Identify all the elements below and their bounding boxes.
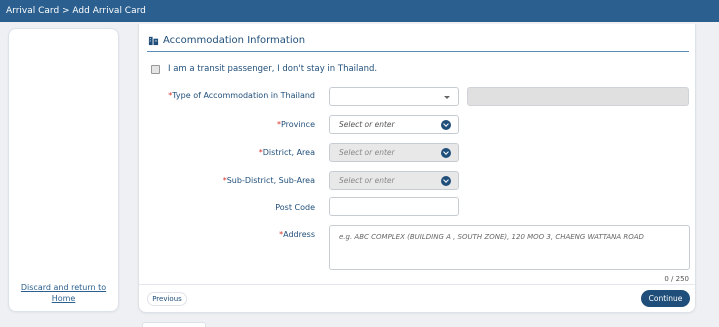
chevron-down-icon — [441, 176, 451, 186]
caret-down-icon — [444, 96, 450, 99]
building-icon — [148, 36, 159, 45]
continue-button[interactable]: Continue — [641, 290, 690, 307]
transit-checkbox[interactable] — [151, 64, 160, 74]
sidebar-panel: Discard and return to Home — [8, 28, 119, 312]
sub-district-select: Select or enter — [329, 171, 459, 190]
accommodation-type-label: *Type of Accommodation in Thailand — [168, 91, 315, 100]
discard-return-home-link[interactable]: Discard and return to Home — [9, 282, 118, 304]
address-textarea[interactable]: e.g. ABC COMPLEX (BUILDING A , SOUTH ZON… — [329, 225, 690, 270]
district-select: Select or enter — [329, 143, 459, 162]
top-header-bar: Arrival Card > Add Arrival Card — [0, 0, 719, 22]
section-title: Accommodation Information — [163, 34, 306, 46]
breadcrumb: Arrival Card > Add Arrival Card — [6, 6, 146, 16]
chevron-down-icon[interactable] — [441, 120, 451, 130]
address-label: *Address — [279, 230, 315, 239]
post-code-input[interactable] — [329, 197, 459, 216]
accommodation-detail-field — [467, 87, 689, 106]
province-select[interactable]: Select or enter — [329, 115, 459, 134]
post-code-label: Post Code — [275, 203, 315, 212]
previous-button[interactable]: Previous — [147, 292, 187, 306]
sub-district-label: *Sub-District, Sub-Area — [222, 176, 315, 185]
transit-option[interactable]: I am a transit passenger, I don't stay i… — [151, 64, 377, 74]
district-label: *District, Area — [258, 148, 315, 157]
accommodation-type-select[interactable] — [329, 87, 459, 106]
footer-divider — [139, 284, 695, 285]
chevron-down-icon — [441, 148, 451, 158]
section-divider — [147, 51, 689, 52]
accommodation-form-card: Accommodation Information I am a transit… — [138, 24, 696, 313]
next-section-card-edge — [142, 322, 206, 327]
section-header: Accommodation Information — [148, 32, 305, 48]
transit-label: I am a transit passenger, I don't stay i… — [168, 64, 378, 74]
province-label: *Province — [276, 120, 315, 129]
address-char-counter: 0 / 250 — [664, 275, 689, 283]
